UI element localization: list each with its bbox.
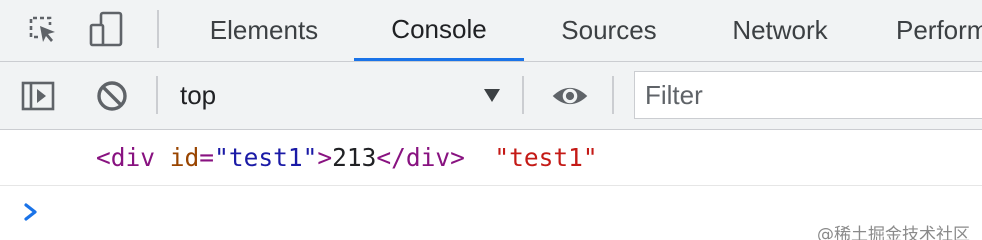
eye-icon[interactable] [550, 76, 590, 116]
console-log-entry: <div id="test1">213</div> "test1" [0, 130, 982, 186]
html-attribute-value: "test1" [214, 143, 318, 172]
filter-input[interactable] [634, 71, 982, 119]
tab-console[interactable]: Console [354, 0, 524, 61]
chevron-right-icon [24, 203, 37, 221]
context-selector[interactable]: top [162, 70, 518, 120]
devtools-tabbar: Elements Console Sources Network Perform [0, 0, 982, 62]
console-prompt[interactable]: @稀土掘金技术社区 [0, 186, 982, 240]
context-value: top [180, 79, 217, 110]
toolbar-separator [522, 76, 524, 114]
html-content: 213 [332, 143, 377, 172]
toolbar-separator [612, 76, 614, 114]
tab-network[interactable]: Network [694, 0, 866, 61]
html-open-tag-end: > [317, 143, 333, 172]
clear-console-icon[interactable] [92, 76, 132, 116]
tab-sources[interactable]: Sources [524, 0, 694, 61]
html-attribute-name: id [169, 143, 200, 172]
html-attribute-equals: = [199, 143, 215, 172]
device-toolbar-icon[interactable] [86, 9, 126, 49]
watermark: @稀土掘金技术社区 [817, 225, 970, 240]
inspect-element-icon[interactable] [22, 9, 62, 49]
log-message[interactable]: <div id="test1">213</div> "test1" [96, 143, 598, 173]
html-open-tag: <div [96, 143, 156, 172]
html-close-tag: </div> [376, 143, 465, 172]
sidebar-toggle-icon[interactable] [18, 76, 58, 116]
tab-elements[interactable]: Elements [174, 0, 354, 61]
toolbar-separator [156, 76, 158, 114]
console-messages: <div id="test1">213</div> "test1" @稀土掘金技… [0, 130, 982, 240]
tabbar-separator [157, 10, 159, 48]
string-value: "test1" [494, 143, 598, 172]
dropdown-arrow-icon [484, 89, 500, 102]
devtools-window: Elements Console Sources Network Perform… [0, 0, 982, 240]
console-toolbar: top [0, 62, 982, 130]
tab-performance[interactable]: Perform [896, 0, 982, 61]
